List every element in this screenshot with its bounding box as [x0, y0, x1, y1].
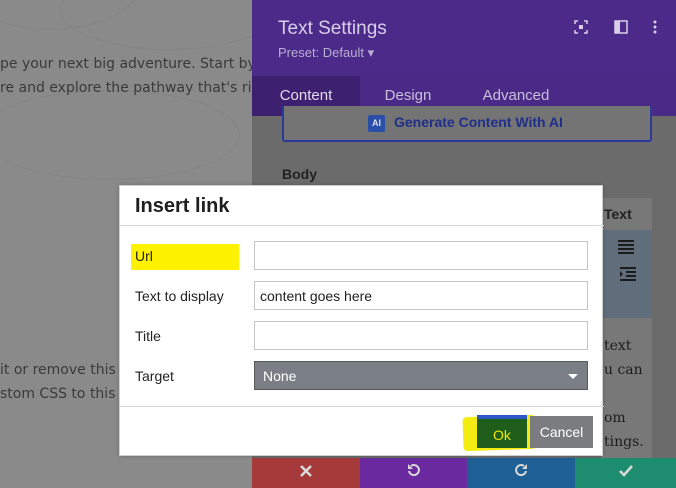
bg-curve — [60, 0, 280, 50]
chevron-down-icon — [568, 374, 578, 379]
editor-text: om — [604, 410, 626, 426]
insert-link-dialog: Insert link Url Text to display Title Ta… — [119, 185, 604, 456]
target-selected-value: None — [263, 368, 297, 384]
editor-text: tings. — [604, 434, 644, 450]
cancel-button[interactable]: Cancel — [530, 416, 593, 448]
bg-text-line: re and explore the pathway that's right — [0, 80, 275, 96]
text-to-display-label: Text to display — [135, 288, 224, 304]
columns-icon[interactable] — [614, 20, 628, 34]
expand-icon[interactable] — [574, 20, 588, 34]
bg-text-line: it or remove this t — [0, 362, 126, 378]
generate-ai-button[interactable]: AI Generate Content With AI — [282, 106, 652, 142]
save-button[interactable] — [575, 458, 676, 488]
redo-icon — [514, 464, 528, 481]
bg-curve — [0, 90, 240, 180]
preset-dropdown[interactable]: Preset: Default ▾ — [278, 45, 374, 61]
check-icon — [618, 464, 633, 481]
undo-icon — [407, 464, 421, 481]
panel-header: Text Settings Preset: Default ▾ — [252, 0, 676, 76]
ai-icon: AI — [368, 115, 385, 132]
title-label: Title — [135, 328, 161, 344]
editor-text: text — [604, 338, 632, 354]
bg-text-line: pe your next big adventure. Start by co — [0, 56, 277, 72]
editor-text: u can — [604, 362, 643, 378]
align-justify-icon[interactable] — [618, 240, 634, 259]
close-icon — [300, 464, 312, 481]
discard-button[interactable] — [252, 458, 360, 488]
divider — [120, 225, 604, 226]
redo-button[interactable] — [467, 458, 575, 488]
bg-text-line: stom CSS to this te — [0, 386, 135, 402]
undo-button[interactable] — [360, 458, 467, 488]
target-select[interactable]: None — [254, 361, 588, 390]
panel-title: Text Settings — [278, 18, 387, 39]
editor-toolbar — [602, 230, 652, 318]
dialog-title: Insert link — [135, 195, 230, 217]
editor-tab-text[interactable]: Text — [604, 206, 632, 222]
body-label: Body — [282, 166, 317, 182]
url-label: Url — [135, 248, 153, 264]
url-input[interactable] — [254, 241, 588, 270]
more-icon[interactable] — [648, 20, 662, 34]
text-to-display-input[interactable] — [254, 281, 588, 310]
ok-button[interactable]: Ok — [477, 415, 527, 448]
target-label: Target — [135, 368, 174, 384]
indent-icon[interactable] — [620, 267, 636, 286]
divider — [120, 406, 604, 407]
title-input[interactable] — [254, 321, 588, 350]
generate-ai-label: Generate Content With AI — [394, 114, 563, 130]
